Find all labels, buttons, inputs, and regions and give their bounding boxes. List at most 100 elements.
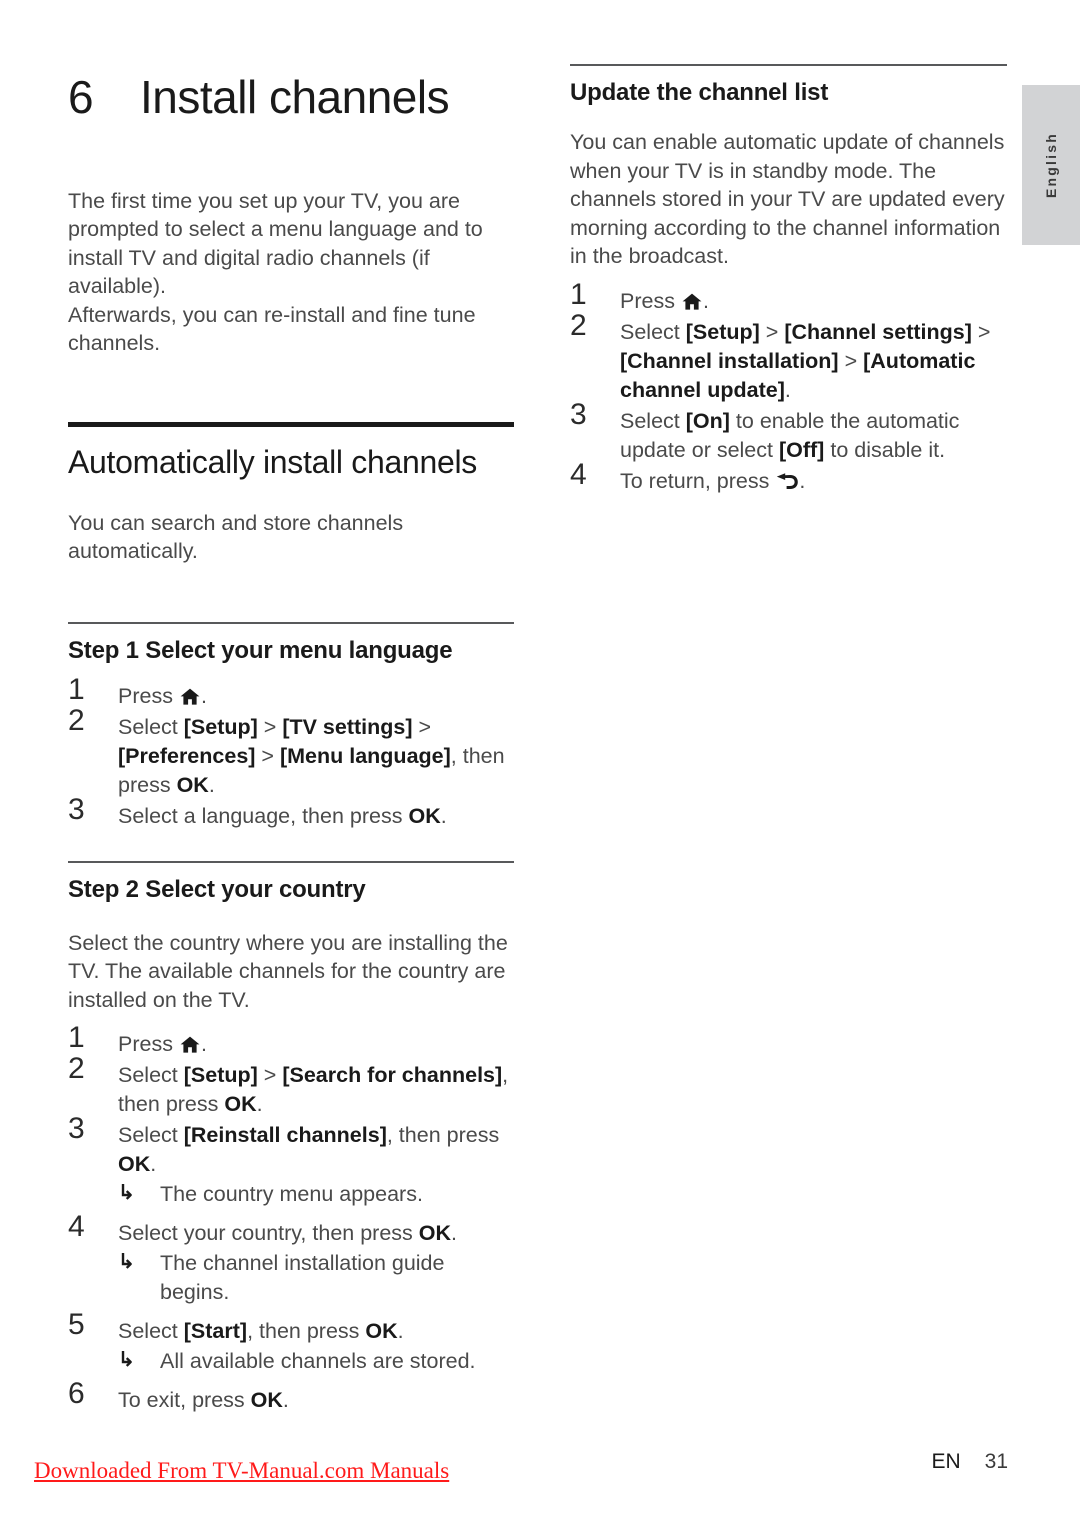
- list-item: 1 Press .: [68, 674, 514, 711]
- home-icon: [180, 1036, 200, 1054]
- section-heading-auto-install: Automatically install channels: [68, 443, 477, 480]
- step-text: Press .: [118, 684, 207, 708]
- step-number: 1: [570, 277, 587, 311]
- step-text: Select a language, then press OK.: [118, 804, 447, 828]
- result-arrow-icon: ↳: [118, 1251, 135, 1274]
- result-arrow-icon: ↳: [118, 1349, 135, 1372]
- verb: Select: [620, 408, 680, 433]
- step-number: 4: [570, 457, 587, 491]
- step-number: 2: [570, 308, 587, 342]
- step2-intro-line-2: TV. The available channels for the count…: [68, 959, 506, 984]
- step-tail: , then press: [247, 1319, 360, 1344]
- step-result-note: ↳ All available channels are stored.: [118, 1347, 514, 1376]
- step2-intro-line-3: installed on the TV.: [68, 987, 250, 1012]
- list-item: 3 Select a language, then press OK.: [68, 794, 514, 831]
- period: .: [200, 1032, 207, 1057]
- language-tab: English: [1022, 85, 1080, 245]
- subheading-update-channel-list: Update the channel list: [570, 79, 829, 106]
- period: .: [451, 1221, 457, 1246]
- manual-page: 6 Install channels The first time you se…: [0, 0, 1080, 1526]
- step-text: Select [Start], then press OK.: [118, 1319, 404, 1343]
- menu-token-start: [Start]: [183, 1319, 248, 1344]
- subheading-step-1: Step 1 Select your menu language: [68, 636, 453, 664]
- verb: Select: [118, 714, 178, 739]
- result-text: All available channels are stored.: [160, 1349, 476, 1374]
- list-item: 6 To exit, press OK.: [68, 1379, 514, 1415]
- step-body: To exit, press: [118, 1388, 245, 1413]
- step-number: 1: [68, 1021, 85, 1055]
- menu-token-menu-language: [Menu language]: [279, 743, 451, 768]
- chapter-number: 6: [68, 71, 94, 123]
- period: .: [282, 1388, 289, 1413]
- period: .: [397, 1319, 404, 1344]
- update-intro-line-4: morning according to the channel informa…: [570, 215, 1001, 240]
- step-tail: to disable it.: [830, 437, 946, 462]
- step-text: Press .: [620, 289, 709, 313]
- step-number: 3: [68, 1112, 85, 1146]
- step-text: To return, press .: [620, 469, 805, 493]
- press-label: Press: [620, 288, 675, 313]
- ok-key: OK: [408, 803, 441, 828]
- step-text: Select [Setup] > [Channel settings] > [C…: [620, 320, 990, 402]
- menu-token-channel-installation: [Channel installation]: [620, 348, 839, 373]
- step-text: To exit, press OK.: [118, 1388, 289, 1412]
- separator: >: [418, 714, 432, 739]
- step-body: Select your country, then press: [118, 1221, 413, 1246]
- step2-list: 1 Press . 2 Select [Setup] > [Search for…: [68, 1023, 514, 1415]
- list-item: 3 Select [On] to enable the automatic up…: [570, 399, 1007, 465]
- chapter-heading: 6 Install channels: [68, 72, 514, 123]
- ok-key: OK: [224, 1092, 257, 1117]
- step-number: 1: [68, 672, 85, 706]
- step-text: Press .: [118, 1032, 207, 1056]
- home-icon: [180, 688, 200, 705]
- step-number: 3: [68, 792, 85, 826]
- update-intro-line-2: when your TV is in standby mode. The: [570, 158, 937, 183]
- list-item: 1 Press .: [570, 279, 1007, 316]
- menu-token-setup: [Setup]: [685, 319, 760, 344]
- intro-line-2: prompted to select a menu language and t…: [68, 217, 483, 242]
- step-body: Select a language, then press: [118, 803, 403, 828]
- menu-token-setup: [Setup]: [183, 1063, 258, 1088]
- separator: >: [263, 1063, 277, 1088]
- step-text: Select your country, then press OK.: [118, 1221, 457, 1245]
- list-item: 2 Select [Setup] > [TV settings] > [Pref…: [68, 705, 514, 800]
- locale-code: EN: [931, 1450, 961, 1473]
- menu-token-search-for-channels: [Search for channels]: [282, 1063, 503, 1088]
- press-label: Press: [118, 1032, 173, 1057]
- step-result-note: ↳ The country menu appears.: [118, 1180, 514, 1209]
- period: .: [200, 683, 207, 708]
- chapter-intro-paragraph: The first time you set up your TV, you a…: [68, 187, 514, 358]
- ok-key: OK: [250, 1388, 283, 1413]
- update-intro-line-5: in the broadcast.: [570, 244, 729, 268]
- page-footer: EN 31: [931, 1450, 1008, 1474]
- separator: >: [261, 743, 274, 768]
- step-number: 2: [68, 703, 85, 737]
- step-number: 5: [68, 1308, 85, 1342]
- menu-token-on: [On]: [685, 408, 730, 433]
- period: .: [799, 468, 806, 493]
- update-steps-list: 1 Press . 2 Select [Setup] > [Channel se…: [570, 279, 1007, 496]
- step-number: 6: [68, 1377, 85, 1411]
- result-arrow-icon: ↳: [118, 1182, 135, 1205]
- update-intro-line-1: You can enable automatic update of chann…: [570, 130, 1005, 154]
- verb: Select: [620, 319, 680, 344]
- menu-token-tv-settings: [TV settings]: [282, 714, 413, 739]
- verb: Select: [118, 1319, 178, 1344]
- section-intro-paragraph: You can search and store channels automa…: [68, 510, 404, 564]
- step-result-note: ↳ The channel installation guide begins.: [118, 1249, 514, 1307]
- list-item: 3 Select [Reinstall channels], then pres…: [68, 1114, 514, 1209]
- subheading-step-2: Step 2 Select your country: [68, 875, 366, 903]
- list-item: 4 Select your country, then press OK. ↳ …: [68, 1212, 514, 1307]
- downloaded-from-link[interactable]: Downloaded From TV-Manual.com Manuals: [34, 1458, 449, 1484]
- step2-intro-paragraph: Select the country where you are install…: [68, 929, 514, 1015]
- list-item: 1 Press .: [68, 1023, 514, 1059]
- intro-line-3: install TV and digital radio channels (i…: [68, 245, 430, 299]
- step2-intro-line-1: Select the country where you are install…: [68, 930, 508, 955]
- separator: >: [765, 319, 779, 344]
- step-number: 3: [570, 397, 587, 431]
- step-text: Select [On] to enable the automatic upda…: [620, 409, 959, 462]
- menu-token-preferences: [Preferences]: [118, 743, 256, 768]
- step-text: Select [Reinstall channels], then press …: [118, 1123, 499, 1176]
- update-intro-line-3: channels stored in your TV are updated e…: [570, 187, 1005, 211]
- left-column: 6 Install channels The first time you se…: [68, 72, 514, 1417]
